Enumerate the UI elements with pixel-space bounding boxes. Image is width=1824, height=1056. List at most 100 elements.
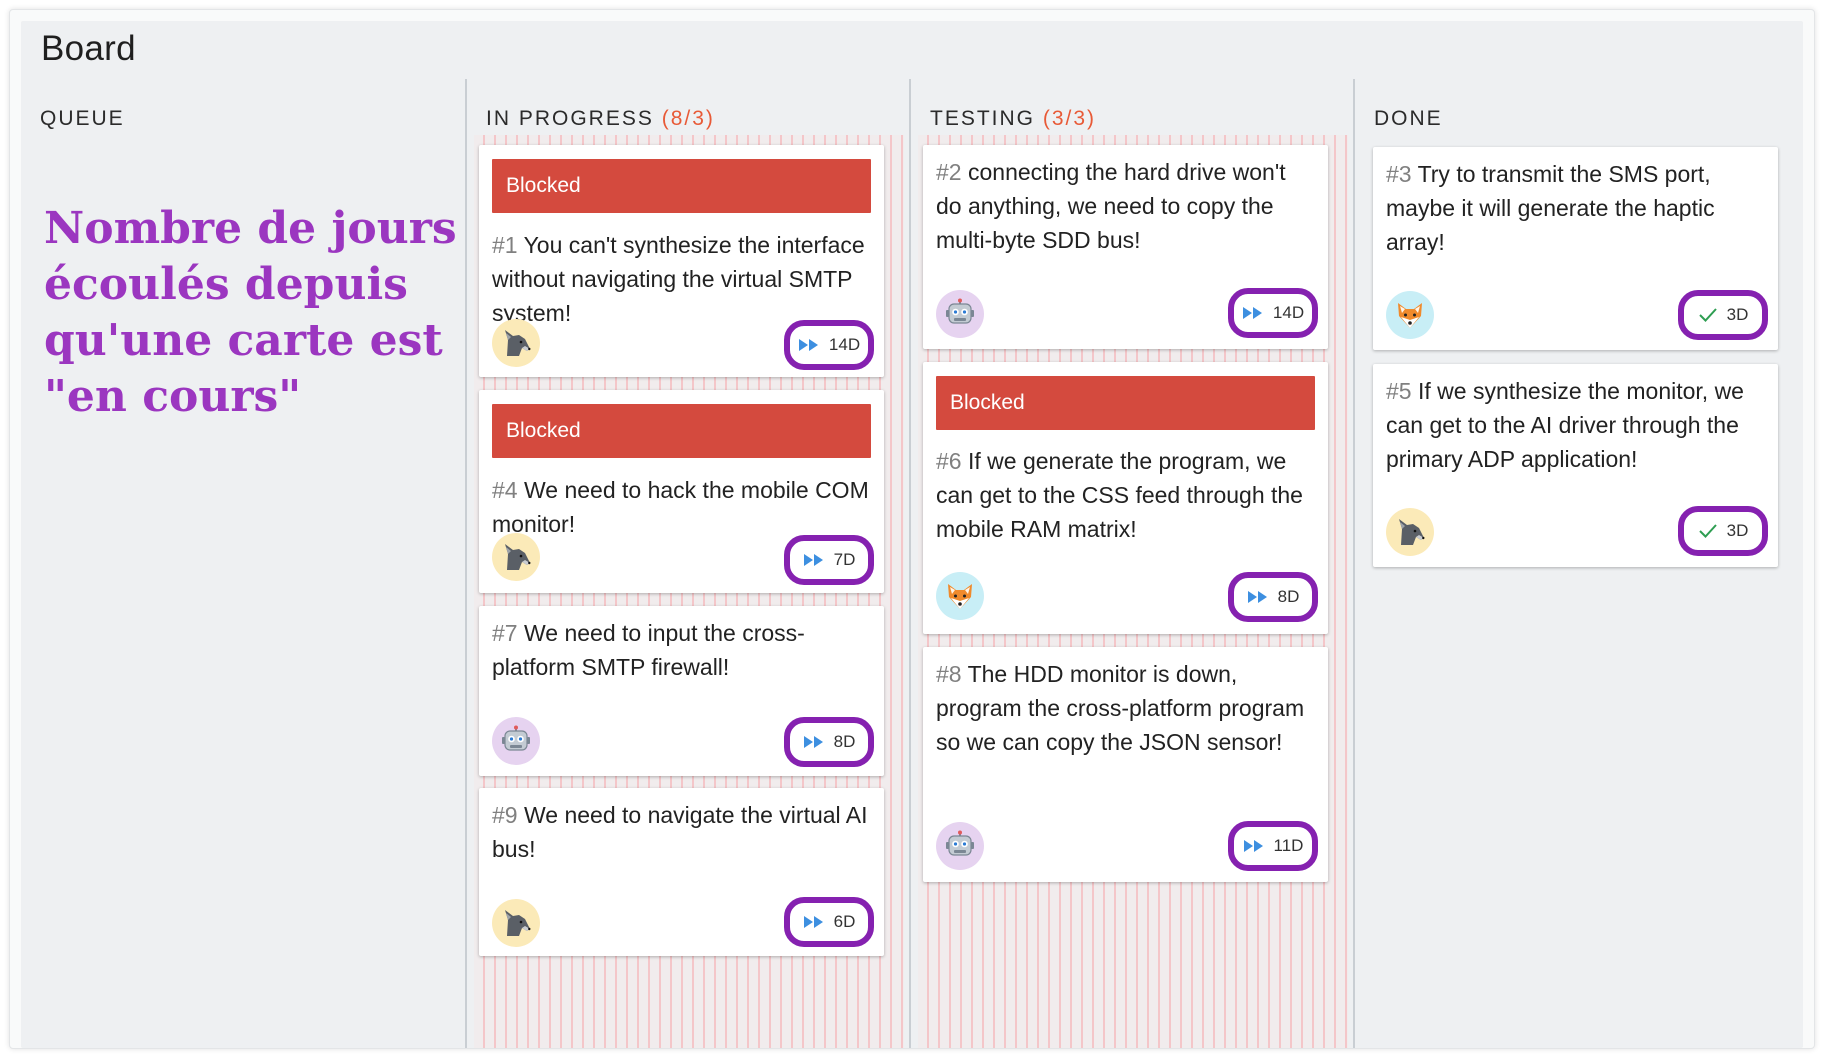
avatar[interactable] [492,717,540,765]
avatar[interactable] [936,822,984,870]
card[interactable]: #2 connecting the hard drive won't do an… [923,145,1328,349]
wolf-icon [500,541,532,573]
card[interactable]: #8 The HDD monitor is down, program the … [923,647,1328,882]
card-id: #4 [492,477,518,503]
fast-forward-icon [803,553,825,567]
wip-count: (8/3) [661,107,715,130]
card[interactable]: #9 We need to navigate the virtual AI bu… [479,788,884,956]
card[interactable]: Blocked #6 If we generate the program, w… [923,362,1328,634]
column-name: QUEUE [40,107,125,130]
card-description: We need to navigate the virtual AI bus! [492,802,868,862]
avatar[interactable] [492,533,540,581]
days-badge: 11D [1228,821,1318,871]
column-testing: TESTING (3/3) #2 connecting the hard dri… [909,79,1355,1048]
fox-icon [1394,299,1426,331]
fast-forward-icon [798,338,820,352]
card-description: connecting the hard drive won't do anyth… [936,159,1286,253]
days-count: 3D [1726,521,1749,540]
days-count: 14D [1272,303,1305,322]
card-description: We need to input the cross-platform SMTP… [492,620,805,680]
column-done: DONE #3 Try to transmit the SMS port, ma… [1353,79,1805,1048]
fast-forward-icon [1243,839,1265,853]
card-id: #8 [936,661,962,687]
column-in-progress: IN PROGRESS (8/3) Blocked #1 You can't s… [465,79,911,1048]
fast-forward-icon [1247,590,1269,604]
card-id: #3 [1386,161,1412,187]
card-description: The HDD monitor is down, program the cro… [936,661,1305,755]
fast-forward-icon [803,735,825,749]
annotation-note: Nombre de jours écoulés depuis qu'une ca… [44,203,457,422]
column-lane: Blocked #1 You can't synthesize the inte… [474,135,904,1048]
days-badge: 6D [784,897,874,947]
card-title: #3 Try to transmit the SMS port, maybe i… [1386,157,1764,259]
wolf-icon [500,327,532,359]
card[interactable]: Blocked #1 You can't synthesize the inte… [479,145,884,377]
days-count: 6D [833,912,856,931]
wip-count: (3/3) [1042,107,1097,130]
days-count: 3D [1726,305,1749,324]
column-title: TESTING (3/3) [930,107,1096,131]
card-description: You can't synthesize the interface witho… [492,232,865,326]
card-id: #5 [1386,378,1412,404]
column-name: TESTING [930,107,1036,130]
board: Board QUEUE IN PROGRESS (8/3) Blocked #1… [21,21,1803,1048]
days-badge: 3D [1678,506,1768,556]
blocked-banner: Blocked [936,376,1315,430]
board-title: Board [41,29,136,68]
column-title: QUEUE [40,107,125,131]
card[interactable]: #7 We need to input the cross-platform S… [479,606,884,776]
fox-icon [944,580,976,612]
avatar[interactable] [492,899,540,947]
wolf-icon [500,907,532,939]
robot-icon [944,830,976,862]
days-badge: 14D [784,320,874,370]
card-id: #6 [936,448,962,474]
card-title: #7 We need to input the cross-platform S… [492,616,870,684]
card-description: We need to hack the mobile COM monitor! [492,477,869,537]
column-title: IN PROGRESS (8/3) [486,107,715,131]
card-title: #8 The HDD monitor is down, program the … [936,657,1314,759]
card[interactable]: #3 Try to transmit the SMS port, maybe i… [1373,147,1778,350]
avatar[interactable] [936,290,984,338]
column-lane: #2 connecting the hard drive won't do an… [918,135,1348,1048]
avatar[interactable] [1386,508,1434,556]
avatar[interactable] [936,572,984,620]
fast-forward-icon [803,915,825,929]
card-description: If we generate the program, we can get t… [936,448,1303,542]
days-badge: 14D [1228,288,1318,338]
blocked-banner: Blocked [492,404,871,458]
days-count: 14D [828,335,861,354]
card-id: #7 [492,620,518,646]
fast-forward-icon [1242,306,1264,320]
days-badge: 7D [784,535,874,585]
robot-icon [944,298,976,330]
days-count: 11D [1273,836,1304,855]
card-title: #2 connecting the hard drive won't do an… [936,155,1314,257]
card[interactable]: #5 If we synthesize the monitor, we can … [1373,364,1778,567]
card-title: #4 We need to hack the mobile COM monito… [492,473,870,541]
card-title: #5 If we synthesize the monitor, we can … [1386,374,1764,476]
check-icon [1698,523,1718,539]
days-badge: 3D [1678,290,1768,340]
blocked-banner: Blocked [492,159,871,213]
column-name: DONE [1374,107,1443,130]
days-badge: 8D [1228,572,1318,622]
card-id: #1 [492,232,518,258]
days-badge: 8D [784,717,874,767]
card-id: #2 [936,159,962,185]
days-count: 7D [833,550,856,569]
card-title: #9 We need to navigate the virtual AI bu… [492,798,870,866]
card-title: #1 You can't synthesize the interface wi… [492,228,870,330]
column-name: IN PROGRESS [486,107,654,130]
card[interactable]: Blocked #4 We need to hack the mobile CO… [479,390,884,593]
column-title: DONE [1374,107,1443,131]
days-count: 8D [1277,587,1300,606]
check-icon [1698,307,1718,323]
card-id: #9 [492,802,518,828]
days-count: 8D [833,732,856,751]
card-description: If we synthesize the monitor, we can get… [1386,378,1744,472]
avatar[interactable] [492,319,540,367]
robot-icon [500,725,532,757]
avatar[interactable] [1386,291,1434,339]
card-title: #6 If we generate the program, we can ge… [936,444,1314,546]
